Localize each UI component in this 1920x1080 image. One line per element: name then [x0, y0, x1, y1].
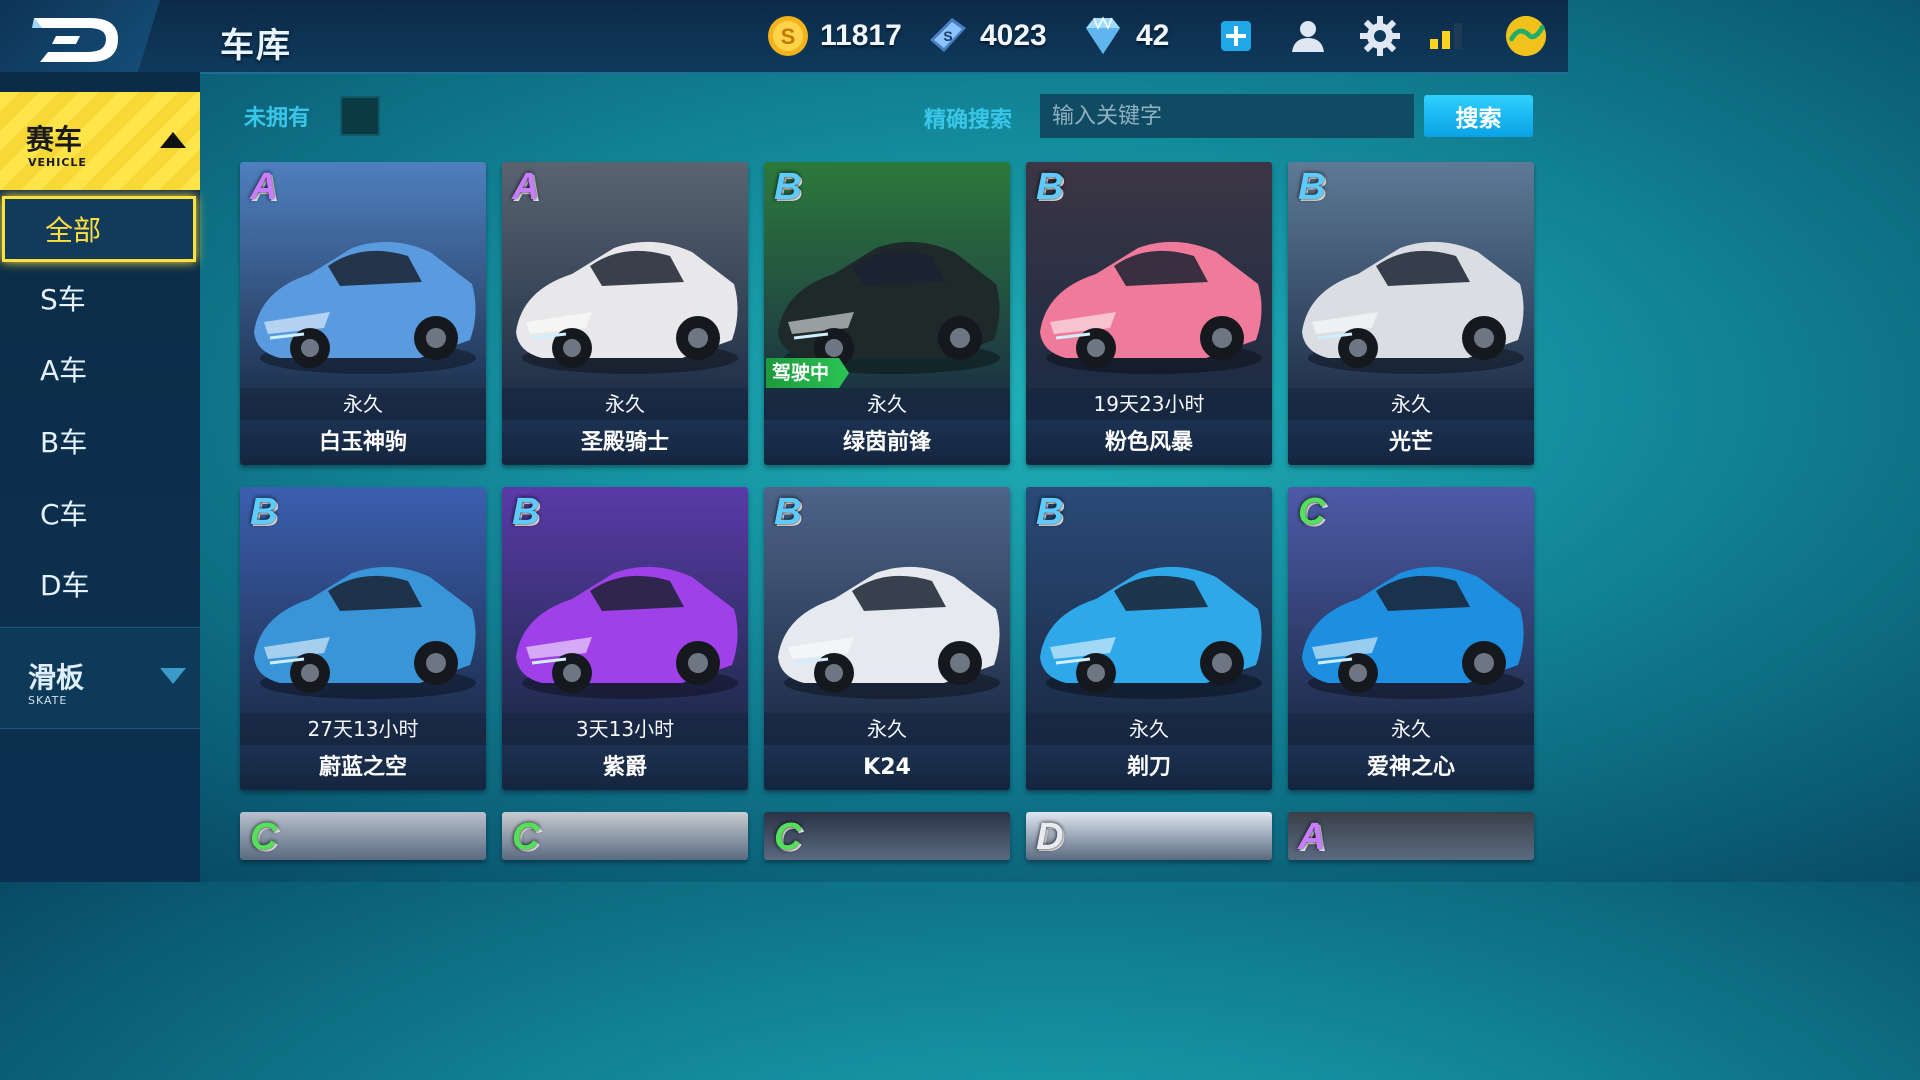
car-duration: 永久 [1026, 713, 1272, 745]
car-grade-badge: B [1298, 166, 1326, 208]
avatar-icon [1505, 15, 1547, 57]
skate-title: 滑板 [28, 661, 85, 694]
add-currency-button[interactable] [1214, 14, 1258, 58]
car-name: 剃刀 [1026, 745, 1272, 790]
car-card[interactable]: B 永久 剃刀 [1026, 487, 1272, 790]
coupon-icon: S [930, 18, 966, 52]
car-name: K24 [764, 745, 1010, 790]
car-grade-badge: B [1036, 491, 1064, 533]
car-grade-badge: B [250, 491, 278, 533]
gear-icon [1360, 16, 1400, 56]
car-name: 绿茵前锋 [764, 420, 1010, 465]
gold-amount: 11817 [820, 19, 902, 52]
coupon-amount: 4023 [980, 19, 1047, 52]
svg-text:S: S [943, 28, 952, 44]
car-grid: A 永久 白玉神驹 A 永久 圣殿骑士 B 驾驶中 永久 绿茵前锋 B 19天23小时 粉色风暴 … [240, 162, 1535, 882]
car-duration: 永久 [1288, 388, 1534, 420]
car-duration: 19天23小时 [1026, 388, 1272, 420]
skate-subtitle: SKATE [28, 694, 68, 707]
skate-category-header[interactable]: 滑板 SKATE [0, 627, 200, 729]
car-duration: 永久 [764, 713, 1010, 745]
coupon-currency[interactable]: S 4023 [926, 14, 1047, 58]
car-name: 紫爵 [502, 745, 748, 790]
car-card[interactable]: C 永久 爱神之心 [1288, 487, 1534, 790]
car-card[interactable]: B 3天13小时 紫爵 [502, 487, 748, 790]
svg-text:S: S [781, 24, 796, 49]
user-icon [1292, 21, 1324, 52]
top-bar: 车库 S 11817 S 4023 42 [0, 0, 1568, 78]
car-grade-badge: C [512, 816, 540, 858]
car-card[interactable]: B 驾驶中 永久 绿茵前锋 [764, 162, 1010, 465]
friends-button[interactable] [1286, 14, 1330, 58]
car-card[interactable]: D [1026, 812, 1272, 860]
plus-icon [1221, 21, 1251, 51]
car-duration: 永久 [240, 388, 486, 420]
diamond-currency[interactable]: 42 [1080, 14, 1169, 58]
player-avatar[interactable] [1504, 14, 1548, 58]
game-logo-icon[interactable] [30, 12, 122, 70]
car-grade-badge: A [512, 166, 540, 208]
category-title: 赛车 [26, 123, 83, 156]
sidebar-item-a[interactable]: A车 [0, 336, 200, 402]
sidebar-item-all[interactable]: 全部 [2, 196, 196, 262]
car-grade-badge: B [512, 491, 540, 533]
not-owned-checkbox[interactable] [340, 96, 380, 136]
driving-tag: 驾驶中 [766, 358, 850, 388]
car-grade-badge: B [774, 491, 802, 533]
car-grade-badge: D [1036, 816, 1064, 858]
search-button[interactable]: 搜索 [1424, 95, 1533, 137]
car-name: 白玉神驹 [240, 420, 486, 465]
gold-coin-icon: S [768, 16, 808, 56]
car-grade-badge: B [1036, 166, 1064, 208]
page-title: 车库 [220, 26, 292, 66]
signal-icon [1430, 23, 1462, 49]
exact-search-label: 精确搜索 [924, 108, 1013, 133]
car-duration: 3天13小时 [502, 713, 748, 745]
sidebar-item-d[interactable]: D车 [0, 551, 200, 617]
car-card[interactable]: A 永久 白玉神驹 [240, 162, 486, 465]
car-name: 圣殿骑士 [502, 420, 748, 465]
car-card[interactable]: B 永久 K24 [764, 487, 1010, 790]
car-grade-badge: A [1298, 816, 1326, 858]
not-owned-label: 未拥有 [244, 106, 311, 131]
diamond-amount: 42 [1136, 19, 1170, 52]
settings-button[interactable] [1358, 14, 1402, 58]
car-duration: 永久 [1288, 713, 1534, 745]
car-duration: 27天13小时 [240, 713, 486, 745]
car-duration: 永久 [502, 388, 748, 420]
car-card[interactable]: C [764, 812, 1010, 860]
car-card[interactable]: B 19天23小时 粉色风暴 [1026, 162, 1272, 465]
sidebar-item-s[interactable]: S车 [0, 265, 200, 331]
car-card[interactable]: A [1288, 812, 1534, 860]
diamond-icon [1086, 16, 1120, 54]
car-name: 粉色风暴 [1026, 420, 1272, 465]
car-card[interactable]: B 27天13小时 蔚蓝之空 [240, 487, 486, 790]
sidebar-item-c[interactable]: C车 [0, 480, 200, 546]
sidebar-item-b[interactable]: B车 [0, 408, 200, 474]
car-name: 蔚蓝之空 [240, 745, 486, 790]
car-name: 爱神之心 [1288, 745, 1534, 790]
car-grade-badge: C [250, 816, 278, 858]
car-name: 光芒 [1288, 420, 1534, 465]
car-grade-badge: B [774, 166, 802, 208]
search-input[interactable] [1040, 94, 1414, 138]
expand-arrow-icon [160, 668, 186, 684]
car-card[interactable]: A 永久 圣殿骑士 [502, 162, 748, 465]
gold-currency[interactable]: S 11817 [766, 14, 902, 58]
car-card[interactable]: C [240, 812, 486, 860]
vehicle-category-header[interactable]: 赛车 VEHICLE [0, 92, 200, 190]
car-grade-badge: C [1298, 491, 1326, 533]
car-grade-badge: A [250, 166, 278, 208]
car-card[interactable]: B 永久 光芒 [1288, 162, 1534, 465]
sidebar: 赛车 VEHICLE 全部 S车 A车 B车 C车 D车 滑板 SKATE [0, 72, 200, 882]
category-subtitle: VEHICLE [28, 156, 87, 169]
car-grade-badge: C [774, 816, 802, 858]
network-status [1424, 14, 1468, 58]
car-card[interactable]: C [502, 812, 748, 860]
collapse-arrow-icon [160, 132, 186, 148]
car-duration: 永久 [764, 388, 1010, 420]
